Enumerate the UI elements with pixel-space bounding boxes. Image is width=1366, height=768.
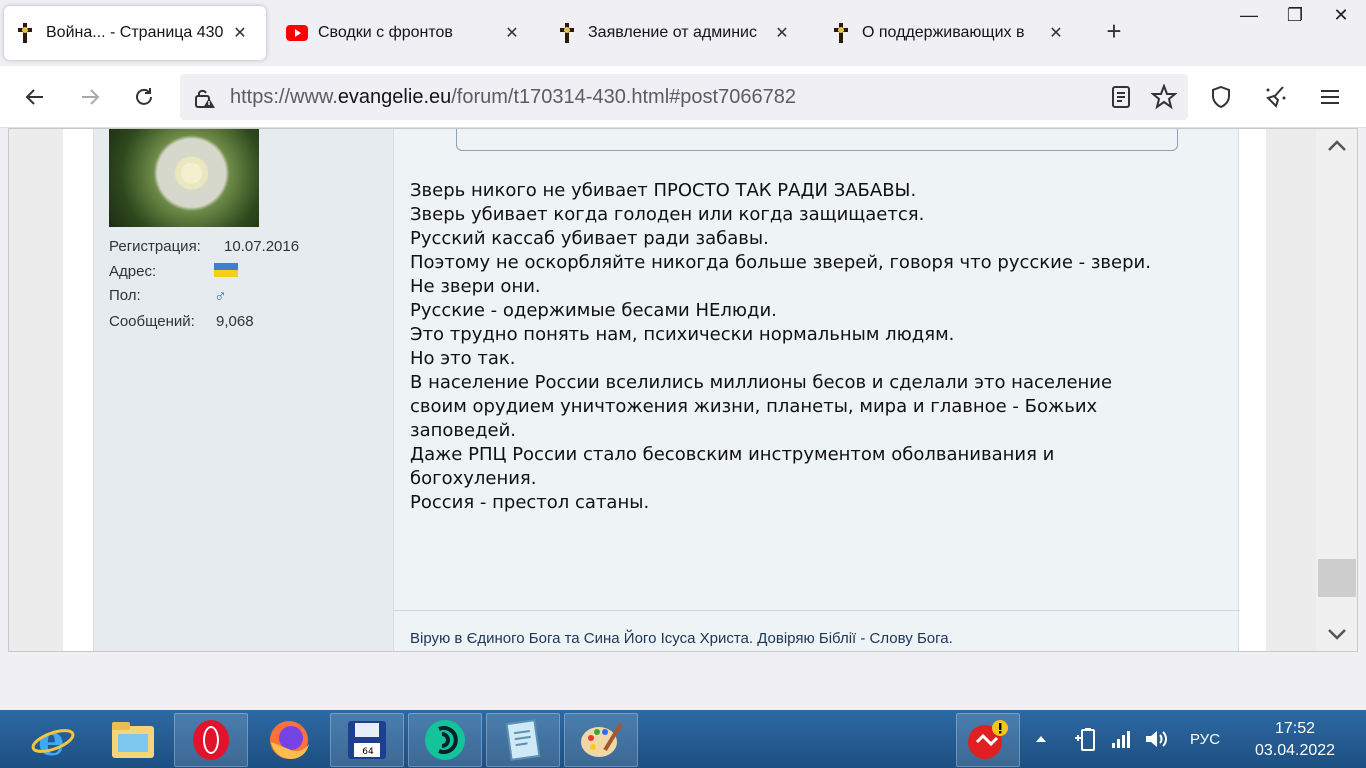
chevron-down-icon [1328,629,1346,640]
svg-text:64: 64 [362,747,374,757]
reload-icon [136,88,152,105]
page-margin-right [1266,129,1316,651]
post-line: своим орудием уничтожения жизни, планеты… [410,396,1098,417]
scroll-up-button[interactable] [1316,129,1357,163]
antivirus-tray-icon[interactable] [956,713,1020,767]
firefox-icon[interactable] [252,713,326,767]
shield-icon [1212,85,1230,109]
forum-post: Регистрация: 10.07.2016 Адрес: Пол: ♂ Со… [93,129,1240,651]
tab-label: О поддерживающих в [862,24,1025,41]
lock-warning-icon[interactable] [192,86,216,115]
close-window-button[interactable]: ✕ [1318,0,1364,30]
taskbar: e 64 РУС 17:52 03.04.2022 [0,710,1366,768]
clock-time: 17:52 [1274,720,1316,737]
hamburger-menu-icon [1321,90,1339,104]
network-icon[interactable] [1110,710,1134,768]
chevron-up-icon [1328,140,1346,151]
post-message: Зверь никого не убивает ПРОСТО ТАК РАДИ … [410,179,1230,515]
tab-label: Война... - Страница 430 [46,24,224,41]
clock-date: 03.04.2022 [1254,742,1336,759]
signature-divider [394,610,1240,611]
explorer-icon[interactable] [96,713,170,767]
page-margin-left [9,129,63,651]
avatar[interactable] [109,129,259,227]
chevron-up-icon [1036,736,1046,742]
user-info-pane: Регистрация: 10.07.2016 Адрес: Пол: ♂ Со… [94,129,394,651]
reload-button[interactable] [127,80,161,114]
signature: Вірую в Єдиного Бога та Сина Його Ісуса … [410,630,953,647]
vertical-scrollbar[interactable] [1316,129,1357,651]
posts-count-field: Сообщений: 9,068 [109,313,254,330]
post-line: Зверь никого не убивает ПРОСТО ТАК РАДИ … [410,180,917,201]
cross-icon [556,22,578,44]
post-line: Русский кассаб убивает ради забавы. [410,228,769,249]
save-icon[interactable]: 64 [330,713,404,767]
post-line: Поэтому не оскорбляйте никогда больше зв… [410,252,1151,273]
paint-icon[interactable] [564,713,638,767]
tab-4[interactable]: О поддерживающих в ✕ [820,6,1082,60]
arrow-left-icon [25,89,43,105]
registration-field: Регистрация: 10.07.2016 [109,238,300,255]
tab-strip: Война... - Страница 430 ✕ Сводки с фронт… [0,0,1366,66]
close-icon[interactable]: ✕ [504,23,520,43]
maximize-button[interactable]: ❐ [1272,0,1318,30]
clock[interactable]: 17:52 03.04.2022 [1240,718,1350,762]
shield-button[interactable] [1204,80,1238,114]
opera-icon[interactable] [174,713,248,767]
post-line: Это трудно понять нам, психически нормал… [410,324,955,345]
power-icon[interactable] [1072,710,1098,768]
youtube-icon [286,22,308,44]
notepad-icon[interactable] [486,713,560,767]
forward-button[interactable] [73,80,107,114]
post-line: богохуления. [410,468,537,489]
tab-1[interactable]: Война... - Страница 430 ✕ [4,6,266,60]
gender-field: Пол: ♂ [109,287,227,306]
cross-icon [14,22,36,44]
minimize-button[interactable]: — [1226,0,1272,30]
ukraine-flag-icon [214,263,238,281]
url-text[interactable]: https://www.evangelie.eu/forum/t170314-4… [230,86,796,109]
browser-icon[interactable] [408,713,482,767]
menu-button[interactable] [1313,80,1347,114]
reader-view-icon[interactable] [1110,85,1132,114]
close-icon[interactable]: ✕ [774,23,790,43]
ie-icon[interactable]: e [16,713,90,767]
close-icon[interactable]: ✕ [1048,23,1064,43]
close-icon[interactable]: ✕ [232,23,248,43]
page-viewport: Регистрация: 10.07.2016 Адрес: Пол: ♂ Со… [8,128,1358,652]
show-hidden-icons-button[interactable] [1034,710,1048,768]
language-indicator[interactable]: РУС [1190,710,1220,768]
quote-box [456,129,1178,151]
post-line: Россия - престол сатаны. [410,492,650,513]
address-bar[interactable]: https://www.evangelie.eu/forum/t170314-4… [180,74,1188,120]
navigation-bar: https://www.evangelie.eu/forum/t170314-4… [0,66,1366,128]
extensions-button[interactable] [1259,80,1293,114]
post-line: Но это так. [410,348,516,369]
tab-3[interactable]: Заявление от админис ✕ [546,6,808,60]
post-line: Русские - одержимые бесами НЕлюди. [410,300,777,321]
post-line: Не звери они. [410,276,541,297]
male-icon: ♂ [214,287,227,306]
scroll-down-button[interactable] [1316,617,1357,651]
post-line: Зверь убивает когда голоден или когда за… [410,204,925,225]
post-line: Даже РПЦ России стало бесовским инструме… [410,444,1055,465]
new-tab-button[interactable]: + [1100,18,1128,46]
post-line: В население России вселились миллионы бе… [410,372,1113,393]
post-line: заповедей. [410,420,517,441]
tab-2[interactable]: Сводки с фронтов ✕ [276,6,538,60]
broom-icon [1266,86,1286,108]
back-button[interactable] [18,80,52,114]
volume-icon[interactable] [1144,710,1170,768]
cross-icon [830,22,852,44]
bookmark-star-icon[interactable] [1150,83,1178,115]
tab-label: Сводки с фронтов [318,24,453,41]
address-field: Адрес: [109,263,238,280]
svg-text:e: e [38,717,65,763]
tab-label: Заявление от админис [588,24,757,41]
arrow-right-icon [82,89,100,105]
scroll-thumb[interactable] [1318,559,1356,597]
